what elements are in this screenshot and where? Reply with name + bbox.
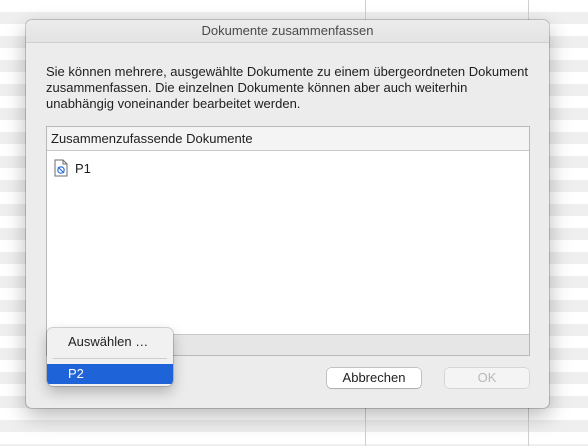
ok-button[interactable]: OK <box>445 368 529 388</box>
list-item[interactable]: P1 <box>53 158 91 178</box>
document-icon <box>53 159 69 177</box>
documents-list-header: Zusammenzufassende Dokumente <box>47 127 529 151</box>
list-item-label: P1 <box>75 160 91 176</box>
menu-separator <box>53 358 167 359</box>
menu-item-select[interactable]: Auswählen … <box>47 332 173 352</box>
cancel-button[interactable]: Abbrechen <box>327 368 421 388</box>
menu-item-p2[interactable]: P2 <box>47 364 173 384</box>
dialog-title: Dokumente zusammenfassen <box>26 20 549 43</box>
select-document-popup-menu: Auswählen … P2 <box>47 328 173 386</box>
dialog-description: Sie können mehrere, ausgewählte Dokument… <box>46 64 529 111</box>
documents-list-panel: Zusammenzufassende Dokumente P1 <box>46 126 530 356</box>
